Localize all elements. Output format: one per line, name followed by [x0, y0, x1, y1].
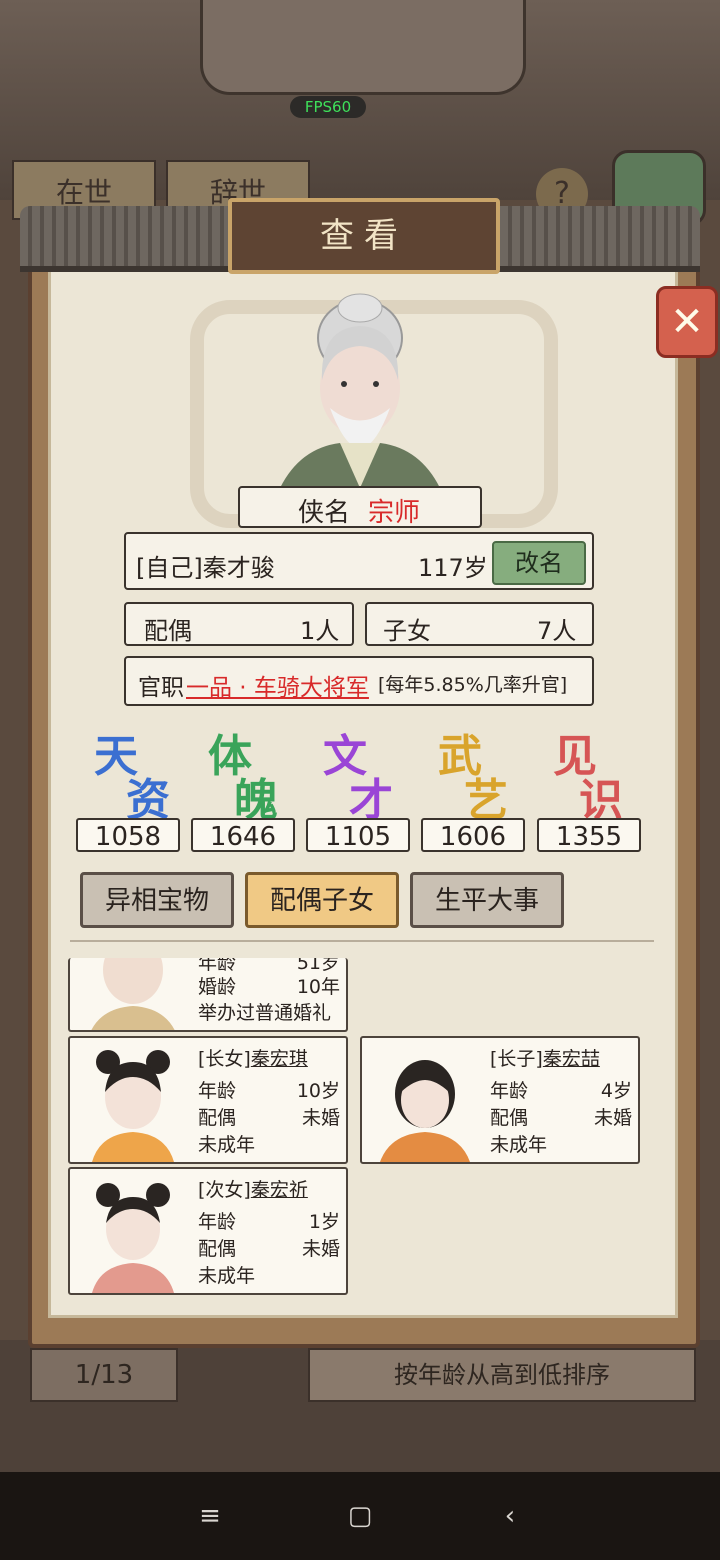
stat-martial: 武 艺	[422, 720, 526, 826]
stat-physique-value: 1646	[191, 818, 295, 852]
rename-button[interactable]: 改名	[492, 541, 586, 585]
spouse-count-box: 配偶 1人	[124, 602, 354, 646]
office-row: 官职 一品 · 车骑大将军 [每年5.85%几率升官]	[124, 656, 594, 706]
stat-physique: 体 魄	[192, 720, 296, 826]
character-age: 117岁	[418, 554, 488, 582]
fps-counter: FPS60	[290, 96, 366, 118]
office-value[interactable]: 一品 · 车骑大将军	[186, 668, 369, 702]
child-portrait	[92, 1183, 174, 1293]
child-card[interactable]: [次女]秦宏祈 年龄 1岁 配偶 未婚 未成年	[68, 1167, 348, 1295]
stat-insight-value: 1355	[537, 818, 641, 852]
menu-icon[interactable]: ≡	[190, 1496, 230, 1536]
child-spouse-row: 配偶 未婚	[198, 1238, 340, 1260]
close-icon[interactable]: ✕	[656, 286, 718, 358]
tab-treasures[interactable]: 异相宝物	[80, 872, 234, 928]
child-portrait	[380, 1060, 470, 1162]
children-count: 7人	[537, 617, 577, 645]
child-spouse-row: 配偶 未婚	[198, 1107, 340, 1129]
children-label: 子女	[383, 617, 431, 645]
children-count-box: 子女 7人	[365, 602, 594, 646]
hero-title-value: 宗师	[368, 498, 421, 528]
child-status: 未成年	[490, 1134, 548, 1156]
spouse-portrait	[91, 958, 175, 1030]
home-icon[interactable]: ▢	[340, 1496, 380, 1536]
child-name[interactable]: [长子]秦宏喆	[490, 1044, 600, 1071]
page-indicator[interactable]: 1/13	[30, 1348, 178, 1402]
spouse-count: 1人	[300, 617, 340, 645]
stat-literature: 文 才	[307, 720, 411, 826]
back-icon[interactable]: ‹	[490, 1496, 530, 1536]
sort-button[interactable]: 按年龄从高到低排序	[308, 1348, 696, 1402]
office-label: 官职	[138, 675, 184, 701]
tab-family[interactable]: 配偶子女	[245, 872, 399, 928]
child-status: 未成年	[198, 1134, 256, 1156]
background-painting	[200, 0, 526, 95]
child-card[interactable]: [长子]秦宏喆 年龄 4岁 配偶 未婚 未成年	[360, 1036, 640, 1164]
spouse-card[interactable]: 年龄 51岁 婚龄 10年 举办过普通婚礼	[68, 958, 348, 1032]
stat-literature-value: 1105	[306, 818, 410, 852]
office-note: [每年5.85%几率升官]	[378, 674, 568, 696]
spouse-label: 配偶	[144, 617, 192, 645]
tab-events[interactable]: 生平大事	[410, 872, 564, 928]
section-divider	[70, 940, 654, 946]
child-spouse-row: 配偶 未婚	[490, 1107, 632, 1129]
spouse-marriage-row: 婚龄 10年	[198, 976, 340, 998]
child-portrait	[92, 1050, 174, 1162]
child-name[interactable]: [长女]秦宏琪	[198, 1044, 308, 1071]
character-portrait	[280, 293, 440, 488]
child-age-row: 年龄 10岁	[198, 1080, 340, 1102]
child-age-row: 年龄 4岁	[490, 1080, 632, 1102]
hero-title-box: 侠名 宗师	[238, 486, 482, 528]
child-age-row: 年龄 1岁	[198, 1211, 340, 1233]
character-name: [自己]秦才骏	[136, 554, 275, 582]
stat-martial-value: 1606	[421, 818, 525, 852]
stat-talent-value: 1058	[76, 818, 180, 852]
child-status: 未成年	[198, 1265, 256, 1287]
stat-talent: 天 资	[78, 720, 182, 826]
spouse-ceremony: 举办过普通婚礼	[198, 1002, 332, 1024]
child-card[interactable]: [长女]秦宏琪 年龄 10岁 配偶 未婚 未成年	[68, 1036, 348, 1164]
hero-title-label: 侠名	[298, 498, 351, 528]
child-name[interactable]: [次女]秦宏祈	[198, 1175, 308, 1202]
stat-insight: 见 识	[537, 720, 641, 826]
dialog-title: 查看	[228, 198, 500, 274]
